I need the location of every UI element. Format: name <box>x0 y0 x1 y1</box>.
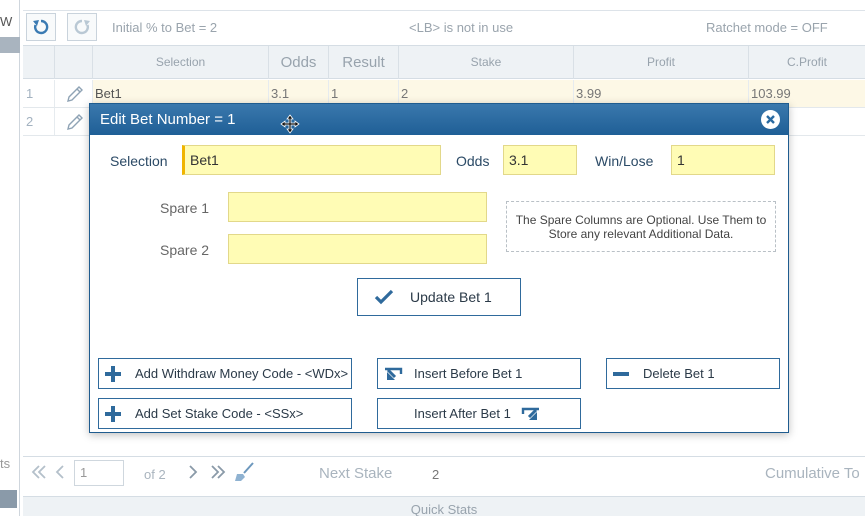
pencil-icon <box>66 85 83 102</box>
header-stake[interactable]: Stake <box>399 46 574 79</box>
first-page-icon[interactable] <box>30 463 48 485</box>
prev-page-icon[interactable] <box>54 463 66 485</box>
lb-status: <LB> is not in use <box>409 20 514 35</box>
insert-before-button[interactable]: Insert Before Bet 1 <box>377 358 581 389</box>
top-toolbar: Initial % to Bet = 2 <LB> is not in use … <box>23 10 865 44</box>
left-panel-text-bottom: ts <box>0 456 11 471</box>
add-withdraw-label: Add Withdraw Money Code - <WDx> <box>135 366 349 381</box>
next-page-icon[interactable] <box>187 463 199 485</box>
update-bet-label: Update Bet 1 <box>410 289 492 305</box>
win-lose-label: Win/Lose <box>595 153 654 169</box>
left-panel-text: W <box>0 14 13 29</box>
last-page-icon[interactable] <box>209 463 227 485</box>
page-number-input[interactable]: 1 <box>74 460 124 486</box>
dialog-title: Edit Bet Number = 1 <box>100 111 236 128</box>
next-stake-value: 2 <box>432 467 440 482</box>
edit-row-button[interactable] <box>55 80 93 107</box>
delete-bet-button[interactable]: Delete Bet 1 <box>606 358 780 389</box>
insert-after-button[interactable]: Insert After Bet 1 <box>377 398 581 429</box>
dialog-title-bar[interactable]: Edit Bet Number = 1 <box>90 104 788 135</box>
header-selection[interactable]: Selection <box>93 46 269 79</box>
odds-field[interactable]: 3.1 <box>503 145 577 175</box>
left-panel-toggle[interactable] <box>0 490 17 508</box>
grid-header: Selection Odds Result Stake Profit C.Pro… <box>23 45 865 79</box>
page-count: of 2 <box>144 467 166 482</box>
selection-label: Selection <box>110 153 168 169</box>
row-number: 1 <box>23 80 55 107</box>
ratchet-mode-status: Ratchet mode = OFF <box>706 20 828 35</box>
header-odds[interactable]: Odds <box>269 46 329 79</box>
cumulative-total-label: Cumulative To <box>765 465 860 482</box>
header-cprofit[interactable]: C.Profit <box>749 46 865 79</box>
insert-before-icon <box>385 367 403 380</box>
edit-row-button[interactable] <box>55 108 93 135</box>
add-withdraw-button[interactable]: Add Withdraw Money Code - <WDx> <box>98 358 352 389</box>
win-lose-field[interactable]: 1 <box>671 145 775 175</box>
initial-percent-status: Initial % to Bet = 2 <box>112 20 218 35</box>
spare2-label: Spare 2 <box>160 242 210 258</box>
header-edit <box>55 46 93 79</box>
spare-columns-note: The Spare Columns are Optional. Use Them… <box>506 201 776 252</box>
header-result[interactable]: Result <box>329 46 399 79</box>
spare1-label: Spare 1 <box>160 200 210 216</box>
header-row-num <box>23 46 55 79</box>
move-cursor-icon <box>280 114 300 145</box>
redo-button[interactable] <box>67 13 97 41</box>
checkmark-icon <box>374 289 394 305</box>
undo-button[interactable] <box>26 13 56 41</box>
quick-stats-bar[interactable]: Quick Stats <box>23 496 865 516</box>
odds-label: Odds <box>456 153 490 169</box>
pencil-icon <box>66 113 83 130</box>
undo-icon <box>33 19 49 35</box>
close-icon <box>766 115 775 124</box>
insert-before-label: Insert Before Bet 1 <box>414 366 523 381</box>
update-bet-button[interactable]: Update Bet 1 <box>357 278 521 316</box>
pager-bar: 1 of 2 Next Stake 2 Cumulative To <box>23 456 865 492</box>
insert-after-label: Insert After Bet 1 <box>414 406 511 421</box>
add-set-stake-button[interactable]: Add Set Stake Code - <SSx> <box>98 398 352 429</box>
spare2-field[interactable] <box>228 234 487 264</box>
left-panel-stub: W ts <box>0 0 20 516</box>
edit-bet-dialog: Edit Bet Number = 1 Selection Bet1 Odds … <box>89 103 789 433</box>
redo-icon <box>74 19 90 35</box>
insert-after-icon <box>521 407 539 420</box>
next-stake-label: Next Stake <box>319 465 393 482</box>
spare1-field[interactable] <box>228 192 487 222</box>
selection-field[interactable]: Bet1 <box>182 145 441 175</box>
left-panel-selected-bar[interactable] <box>0 37 20 53</box>
clear-brush-icon[interactable] <box>233 461 255 487</box>
row-number: 2 <box>23 108 55 135</box>
add-set-stake-label: Add Set Stake Code - <SSx> <box>135 406 304 421</box>
plus-icon <box>105 365 121 382</box>
close-button[interactable] <box>761 110 780 129</box>
plus-icon <box>105 405 121 422</box>
delete-bet-label: Delete Bet 1 <box>643 366 715 381</box>
header-profit[interactable]: Profit <box>574 46 749 79</box>
minus-icon <box>613 371 629 376</box>
